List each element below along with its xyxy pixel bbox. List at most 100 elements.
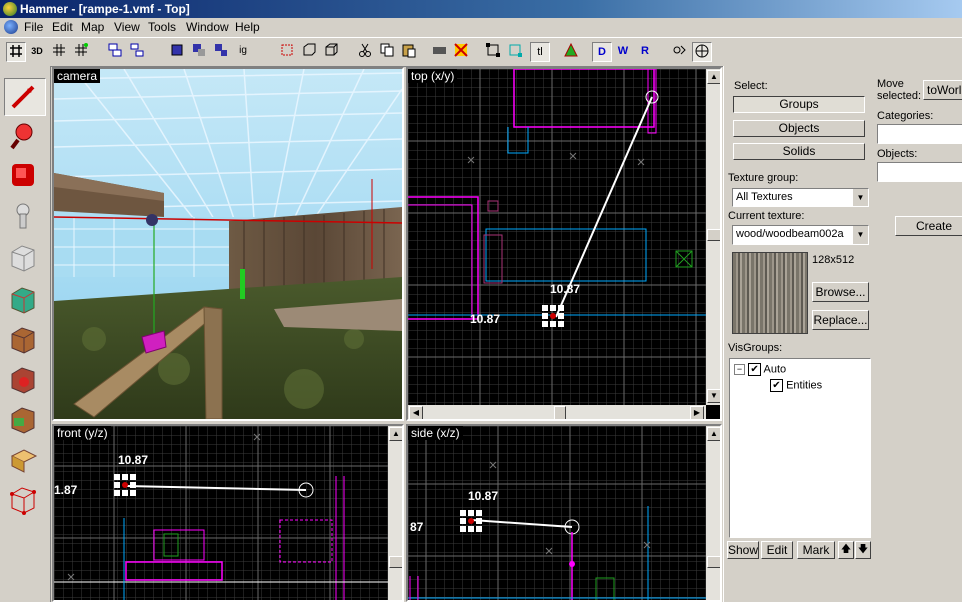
chevron-down-icon[interactable]: ▼	[852, 189, 868, 206]
vertex-tool[interactable]	[4, 482, 44, 518]
move-down-icon[interactable]: 🡇	[855, 541, 871, 559]
copy-icon[interactable]	[378, 42, 396, 60]
settings-icon[interactable]	[692, 42, 712, 62]
front-vscroll-thumb[interactable]	[389, 556, 402, 568]
3d-grid-icon[interactable]: 3D	[28, 42, 46, 60]
grid-toggle-icon[interactable]	[50, 42, 68, 60]
browse-button[interactable]: Browse...	[812, 282, 869, 302]
select-icon[interactable]	[484, 42, 502, 60]
toggle-display-icon[interactable]: D	[592, 42, 612, 62]
decal-tool[interactable]	[4, 362, 44, 398]
select-groups-button[interactable]: Groups	[733, 96, 865, 113]
tl-icon[interactable]: tl	[530, 42, 550, 62]
select-objects-button[interactable]: Objects	[733, 120, 865, 137]
menu-bar: File Edit Map View Tools Window Help	[0, 18, 962, 36]
block-tool[interactable]	[4, 240, 44, 276]
menu-map[interactable]: Map	[81, 20, 104, 34]
menu-view[interactable]: View	[114, 20, 140, 34]
collapse-icon[interactable]: −	[734, 364, 745, 375]
menu-edit[interactable]: Edit	[52, 20, 73, 34]
scroll-down-icon[interactable]: ▼	[707, 389, 720, 403]
apply-texture-tool[interactable]	[4, 322, 44, 358]
categories-label: Categories:	[877, 110, 934, 122]
replace-button[interactable]: Replace...	[812, 310, 869, 330]
side-vertical-scrollbar[interactable]: ▲	[706, 426, 720, 600]
menu-tools[interactable]: Tools	[148, 20, 176, 34]
select-solids-button[interactable]: Solids	[733, 143, 865, 160]
entity-tool[interactable]	[4, 200, 44, 236]
tree-item-auto[interactable]: − ✔ Auto	[734, 363, 786, 376]
edit-button[interactable]: Edit	[761, 541, 793, 559]
document-icon[interactable]	[4, 20, 18, 34]
menu-help[interactable]: Help	[235, 20, 260, 34]
paste-icon[interactable]	[400, 42, 418, 60]
hide-icon[interactable]	[168, 42, 186, 60]
scroll-right-icon[interactable]: ▶	[690, 406, 704, 419]
run-map-icon[interactable]	[670, 42, 688, 60]
menu-file[interactable]: File	[24, 20, 43, 34]
carve-icon[interactable]	[278, 42, 296, 60]
side-viewport[interactable]: side (x/z) 10.87 87 ▲	[406, 424, 722, 602]
top-hscroll-thumb[interactable]	[554, 406, 566, 419]
ig-icon[interactable]: ig	[234, 42, 252, 60]
grid-icon[interactable]	[6, 42, 26, 62]
texture-preview[interactable]	[732, 252, 808, 334]
grid-snap-icon[interactable]	[72, 42, 90, 60]
texture-size: 128x512	[812, 254, 855, 266]
scroll-up-icon[interactable]: ▲	[707, 70, 720, 84]
visgroups-label: VisGroups:	[728, 342, 783, 354]
texture-tool[interactable]	[4, 282, 44, 318]
texture-group-dropdown[interactable]: All Textures ▼	[732, 188, 869, 207]
scroll-left-icon[interactable]: ◀	[409, 406, 423, 419]
flip-h-icon[interactable]: W	[614, 42, 632, 60]
clipping-tool[interactable]	[4, 442, 44, 478]
chevron-down-icon[interactable]: ▼	[852, 226, 868, 244]
top-vscroll-thumb[interactable]	[707, 229, 720, 241]
object-properties-panel: Select: Groups Objects Solids Texture gr…	[723, 66, 874, 602]
hide-objects-icon[interactable]	[190, 42, 208, 60]
magnify-tool[interactable]	[4, 118, 44, 154]
show-button[interactable]: Show	[727, 541, 759, 559]
texture-group-value: All Textures	[736, 191, 793, 203]
group-icon[interactable]	[106, 42, 124, 60]
objects-dropdown[interactable]	[877, 162, 962, 182]
side-vscroll-thumb[interactable]	[707, 556, 720, 568]
checkbox-entities[interactable]: ✔	[770, 379, 783, 392]
ungroup-icon[interactable]	[128, 42, 146, 60]
title-bar: Hammer - [rampe-1.vmf - Top]	[0, 0, 962, 18]
mark-button[interactable]: Mark	[797, 541, 835, 559]
create-prefab-button[interactable]: Create Pre	[895, 216, 962, 236]
top-viewport[interactable]: top (x/y) 10.87 10.87 ▲ ▼ ◀ ▶	[406, 67, 722, 421]
front-viewport-label: front (y/z)	[54, 426, 111, 440]
current-texture-dropdown[interactable]: wood/woodbeam002a ▼	[732, 225, 869, 245]
visgroup-entities-label: Entities	[786, 379, 823, 392]
vertex-icon[interactable]	[562, 42, 580, 60]
selection-tool[interactable]	[4, 78, 46, 116]
flip-v-icon[interactable]: R	[636, 42, 654, 60]
move-up-icon[interactable]: 🡅	[838, 541, 854, 559]
top-horizontal-scrollbar[interactable]: ◀ ▶	[408, 405, 706, 419]
box-icon[interactable]	[322, 42, 340, 60]
front-vertical-scrollbar[interactable]: ▲	[388, 426, 402, 600]
cordon-icon[interactable]	[506, 42, 524, 60]
checkbox-auto[interactable]: ✔	[748, 363, 762, 376]
cut-icon[interactable]	[356, 42, 374, 60]
top-vertical-scrollbar[interactable]: ▲ ▼	[706, 69, 720, 405]
texture-lock-icon[interactable]	[430, 42, 448, 60]
scroll-up-icon[interactable]: ▲	[707, 427, 720, 441]
categories-dropdown[interactable]	[877, 124, 962, 144]
tree-item-entities[interactable]: ✔ Entities	[770, 379, 822, 392]
overlay-tool[interactable]	[4, 402, 44, 438]
camera-viewport[interactable]: camera	[52, 67, 404, 421]
hollow-icon[interactable]	[300, 42, 318, 60]
side-dimension-width: 10.87	[468, 489, 499, 503]
camera-tool[interactable]	[4, 158, 44, 194]
move-selected-label: Move selected:	[877, 78, 922, 102]
toggle-texture-icon[interactable]	[452, 42, 470, 60]
scroll-up-icon[interactable]: ▲	[389, 427, 402, 441]
top-dimension-width: 10.87	[550, 282, 581, 296]
ignore-group-icon[interactable]	[212, 42, 230, 60]
front-viewport[interactable]: front (y/z) 10.87 1.87 ▲	[52, 424, 404, 602]
menu-window[interactable]: Window	[186, 20, 229, 34]
to-world-button[interactable]: toWorld	[923, 80, 962, 100]
